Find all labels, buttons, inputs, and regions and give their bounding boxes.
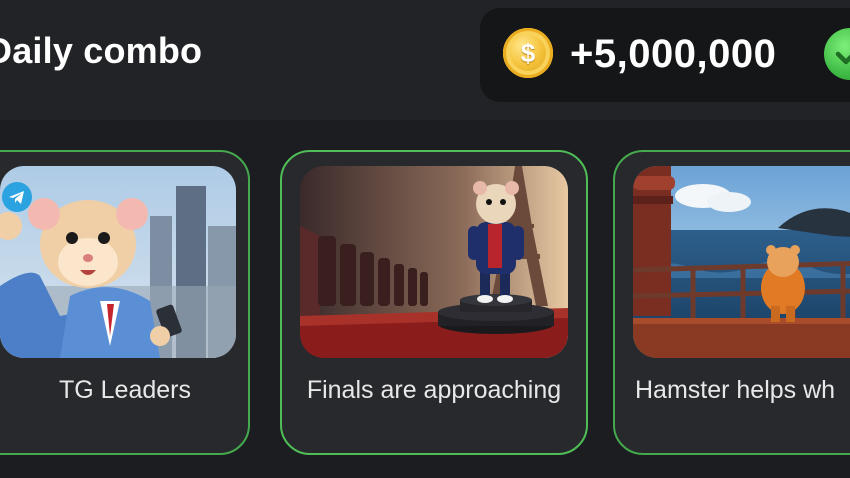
card-image-hamster-ship-whale (633, 166, 850, 358)
combo-card-tg-leaders[interactable]: TG Leaders (0, 150, 250, 455)
card-label: Hamster helps wh (635, 376, 836, 404)
daily-combo-screen: Daily combo $ +5,000,000 TG Leaders Fina… (0, 0, 850, 478)
reward-amount: +5,000,000 (570, 32, 777, 76)
combo-card-finals[interactable]: Finals are approaching (280, 150, 588, 455)
card-image-hamster-podium (300, 166, 568, 358)
coin-icon: $ (503, 28, 553, 78)
card-label: Finals are approaching (306, 376, 562, 404)
page-title: Daily combo (0, 30, 203, 71)
combo-card-hamster-helps[interactable]: Hamster helps wh (613, 150, 850, 455)
coin-symbol: $ (520, 38, 536, 68)
telegram-icon (2, 182, 32, 212)
card-image-hamster-businessman (0, 166, 236, 358)
check-icon (824, 28, 850, 80)
card-label: TG Leaders (58, 376, 191, 404)
reward-panel: $ +5,000,000 (480, 8, 850, 102)
